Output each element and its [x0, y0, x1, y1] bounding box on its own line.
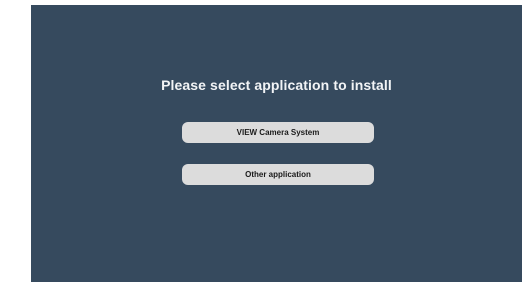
install-app-selection-screen: Please select application to install VIE… — [31, 5, 522, 282]
view-camera-system-button[interactable]: VIEW Camera System — [182, 122, 374, 143]
page-title: Please select application to install — [161, 77, 392, 93]
other-application-button[interactable]: Other application — [182, 164, 374, 185]
